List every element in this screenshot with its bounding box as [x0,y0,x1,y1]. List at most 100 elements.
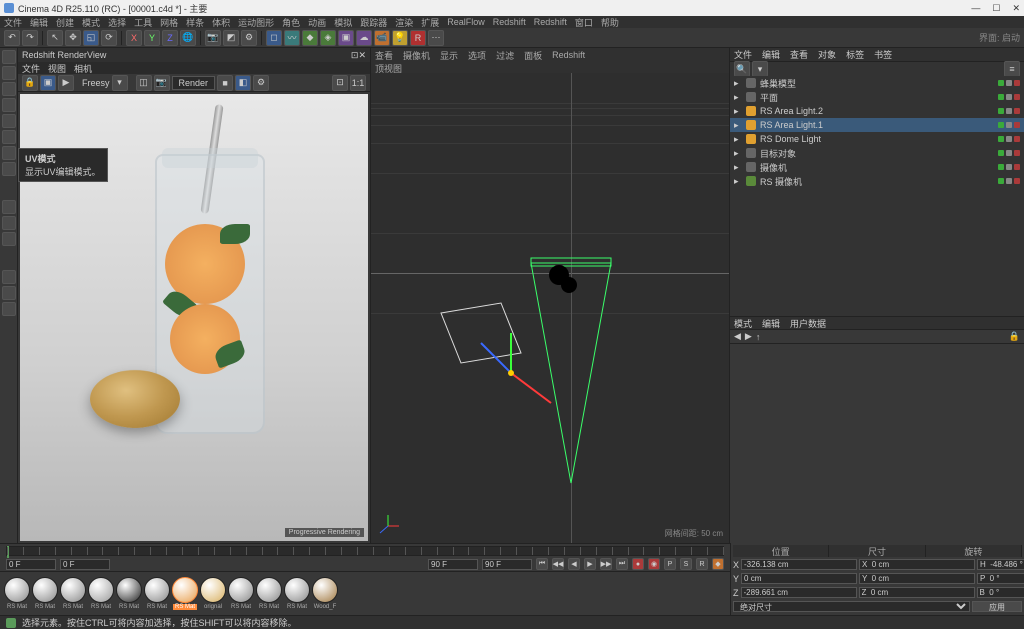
axis-x[interactable]: X [126,30,142,46]
rv-zoom-100[interactable]: 1:1 [350,75,366,91]
visibility-dot[interactable] [1014,178,1020,184]
axis-world[interactable]: 🌐 [180,30,196,46]
om-tab[interactable]: 标签 [846,48,864,61]
om-tab[interactable]: 编辑 [762,48,780,61]
viewport[interactable]: 查看摄像机显示选项过滤面板Redshift 顶视图 [370,48,730,543]
menu-item[interactable]: 选择 [108,16,126,29]
key-scale[interactable]: S [680,558,692,570]
coord-field[interactable] [859,587,975,598]
timeline-end2[interactable] [482,559,532,570]
close-button[interactable]: ✕ [1012,3,1020,14]
visibility-dot[interactable] [1014,150,1020,156]
material-preview[interactable] [200,577,226,603]
prim-more[interactable]: ⋯ [428,30,444,46]
snap-toggle[interactable] [2,200,16,214]
tool-rotate[interactable]: ⟳ [101,30,117,46]
mode-point[interactable] [2,98,16,112]
undo-button[interactable]: ↶ [4,30,20,46]
attr-up[interactable]: ↑ [756,332,761,342]
material-preview[interactable] [312,577,338,603]
visibility-dot[interactable] [998,122,1004,128]
menu-item[interactable]: 帮助 [601,16,619,29]
coord-field[interactable] [859,559,975,570]
panel-close[interactable]: ✕ [358,50,366,61]
visibility-dot[interactable] [1006,80,1012,86]
key-param[interactable]: ◆ [712,558,724,570]
material-preview[interactable] [32,577,58,603]
material-slot[interactable]: RS Mat [144,577,170,610]
menu-item[interactable]: 创建 [56,16,74,29]
visibility-dot[interactable] [1006,108,1012,114]
prim-spline[interactable]: 〰 [284,30,300,46]
menu-item[interactable]: 模拟 [334,16,352,29]
object-row[interactable]: ▸目标对象 [730,146,1024,160]
menu-item[interactable]: Redshift [493,17,526,27]
coord-field[interactable] [741,573,857,584]
tool-select[interactable]: ↖ [47,30,63,46]
expand-icon[interactable]: ▸ [734,92,742,103]
menu-item[interactable]: 跟踪器 [360,16,387,29]
prim-camera[interactable]: 📹 [374,30,390,46]
vp-menu-item[interactable]: 显示 [440,49,458,62]
material-preview[interactable] [256,577,282,603]
visibility-dot[interactable] [1014,108,1020,114]
object-row[interactable]: ▸RS Area Light.2 [730,104,1024,118]
expand-icon[interactable]: ▸ [734,78,742,89]
tool-knife[interactable] [2,270,16,284]
prim-generator[interactable]: ◆ [302,30,318,46]
om-tab[interactable]: 对象 [818,48,836,61]
coord-field[interactable] [741,559,857,570]
mode-poly[interactable] [2,130,16,144]
menu-item[interactable]: 运动图形 [238,16,274,29]
menu-item[interactable]: 角色 [282,16,300,29]
material-slot[interactable]: RS Mat [172,577,198,610]
visibility-dot[interactable] [998,136,1004,142]
visibility-dot[interactable] [1014,80,1020,86]
panel-undock[interactable]: ⊡ [351,50,359,61]
material-slot[interactable]: RS Mat [116,577,142,610]
menu-item[interactable]: 渲染 [395,16,413,29]
mode-workplane[interactable] [2,162,16,176]
prim-cube[interactable]: ◻ [266,30,282,46]
expand-icon[interactable]: ▸ [734,134,742,145]
prim-env[interactable]: ☁ [356,30,372,46]
minimize-button[interactable]: — [971,3,980,14]
coord-field[interactable] [977,573,1024,584]
coord-apply[interactable]: 应用 [972,601,1022,612]
om-filter[interactable]: ▾ [752,61,768,77]
rv-menu-item[interactable]: 文件 [22,62,40,75]
visibility-dot[interactable] [1006,164,1012,170]
key-pos[interactable]: P [664,558,676,570]
object-row[interactable]: ▸蜂巢模型 [730,76,1024,90]
material-slot[interactable]: RS Mat [32,577,58,610]
visibility-dot[interactable] [998,178,1004,184]
visibility-dot[interactable] [998,80,1004,86]
goto-start[interactable]: ⏮ [536,558,548,570]
timeline-start[interactable] [6,559,56,570]
material-slot[interactable]: RS Mat [256,577,282,610]
visibility-dot[interactable] [1006,94,1012,100]
quantize[interactable] [2,232,16,246]
visibility-dot[interactable] [1006,178,1012,184]
mode-axis[interactable] [2,82,16,96]
vp-menu-item[interactable]: Redshift [552,50,585,60]
visibility-dot[interactable] [998,150,1004,156]
rv-ipr[interactable]: ▶ [58,75,74,91]
visibility-dot[interactable] [1006,136,1012,142]
material-preview[interactable] [284,577,310,603]
material-preview[interactable] [116,577,142,603]
step-forward[interactable]: ▶▶ [600,558,612,570]
menu-item[interactable]: 动画 [308,16,326,29]
key-rot[interactable]: R [696,558,708,570]
coord-field[interactable] [859,573,975,584]
attr-tab[interactable]: 模式 [734,317,752,330]
visibility-dot[interactable] [998,94,1004,100]
vp-menu-item[interactable]: 面板 [524,49,542,62]
visibility-dot[interactable] [998,108,1004,114]
snap-settings[interactable] [2,216,16,230]
prim-field[interactable]: ◈ [320,30,336,46]
material-preview[interactable] [144,577,170,603]
menu-item[interactable]: RealFlow [447,17,485,27]
coord-field[interactable] [741,587,857,598]
visibility-dot[interactable] [1014,136,1020,142]
